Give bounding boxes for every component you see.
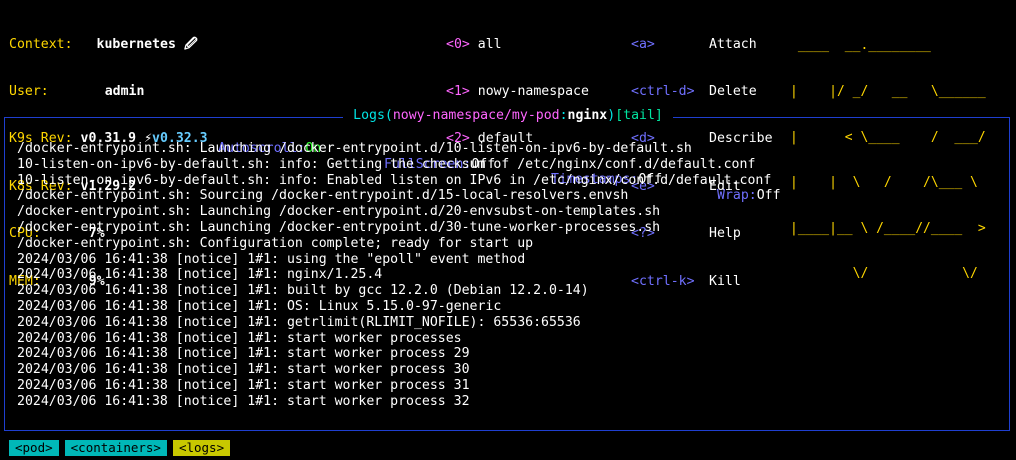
log-line: 2024/03/06 16:41:38 [notice] 1#1: start … xyxy=(17,362,470,378)
panel-title-mode: [tail] xyxy=(615,108,663,123)
log-line: 2024/03/06 16:41:38 [notice] 1#1: start … xyxy=(17,377,470,393)
menu-item-delete[interactable]: <ctrl-d> Delete xyxy=(631,84,773,100)
breadcrumb-containers[interactable]: <containers> xyxy=(64,440,167,456)
namespace-item-all[interactable]: <0> all xyxy=(446,37,589,53)
log-line: 2024/03/06 16:41:38 [notice] 1#1: start … xyxy=(17,346,470,362)
log-line: 2024/03/06 16:41:38 [notice] 1#1: start … xyxy=(17,393,470,409)
context-label: Context: xyxy=(9,36,73,52)
breadcrumb-logs[interactable]: <logs> xyxy=(172,440,231,456)
user-value: admin xyxy=(104,83,145,99)
breadcrumb-pod[interactable]: <pod> xyxy=(9,440,59,456)
log-line: 2024/03/06 16:41:38 [notice] 1#1: start … xyxy=(17,330,462,346)
log-line: /docker-entrypoint.sh: Launching /docker… xyxy=(17,219,661,235)
log-line: /docker-entrypoint.sh: Sourcing /docker-… xyxy=(17,188,629,204)
hotkey-key: <ctrl-d> xyxy=(631,83,695,99)
log-line: 2024/03/06 16:41:38 [notice] 1#1: using … xyxy=(17,251,526,267)
log-line: 10-listen-on-ipv6-by-default.sh: info: G… xyxy=(17,156,756,172)
menu-item-attach[interactable]: <a> Attach xyxy=(631,37,773,53)
hotkey-name: Attach xyxy=(709,36,757,52)
namespace-key: <1> xyxy=(446,83,470,99)
logo-line: | |/ _/ __ \______ xyxy=(790,84,986,100)
panel-title: Logs(nowy-namespace/my-pod:nginx)[tail] xyxy=(0,108,1016,124)
log-line: 2024/03/06 16:41:38 [notice] 1#1: built … xyxy=(17,283,589,299)
log-line: /docker-entrypoint.sh: Launching /docker… xyxy=(17,204,661,220)
log-line: 10-listen-on-ipv6-by-default.sh: info: E… xyxy=(17,172,772,188)
log-line: 2024/03/06 16:41:38 [notice] 1#1: nginx/… xyxy=(17,267,383,283)
user-label: User: xyxy=(9,83,49,99)
breadcrumb: <pod> <containers> <logs> xyxy=(9,440,236,457)
namespace-key: <0> xyxy=(446,36,470,52)
log-output[interactable]: /docker-entrypoint.sh: Launching /docker… xyxy=(17,141,771,410)
pencil-icon: 🖉 xyxy=(183,36,198,52)
namespace-item-nowy-namespace[interactable]: <1> nowy-namespace xyxy=(446,84,589,100)
namespace-name: nowy-namespace xyxy=(477,83,589,99)
logo-line: ____ __.________ xyxy=(790,38,931,54)
hotkey-key: <a> xyxy=(631,36,655,52)
context-value: kubernetes xyxy=(96,36,176,52)
hotkey-name: Delete xyxy=(709,83,757,99)
log-line: /docker-entrypoint.sh: Configuration com… xyxy=(17,235,534,251)
namespace-name: all xyxy=(477,36,502,52)
panel-title-namespace: nowy-namespace/my-pod xyxy=(392,108,560,123)
log-line: 2024/03/06 16:41:38 [notice] 1#1: OS: Li… xyxy=(17,298,502,314)
log-line: 2024/03/06 16:41:38 [notice] 1#1: getrli… xyxy=(17,314,581,330)
log-line: /docker-entrypoint.sh: Launching /docker… xyxy=(17,141,692,156)
panel-title-container: nginx xyxy=(567,108,608,123)
